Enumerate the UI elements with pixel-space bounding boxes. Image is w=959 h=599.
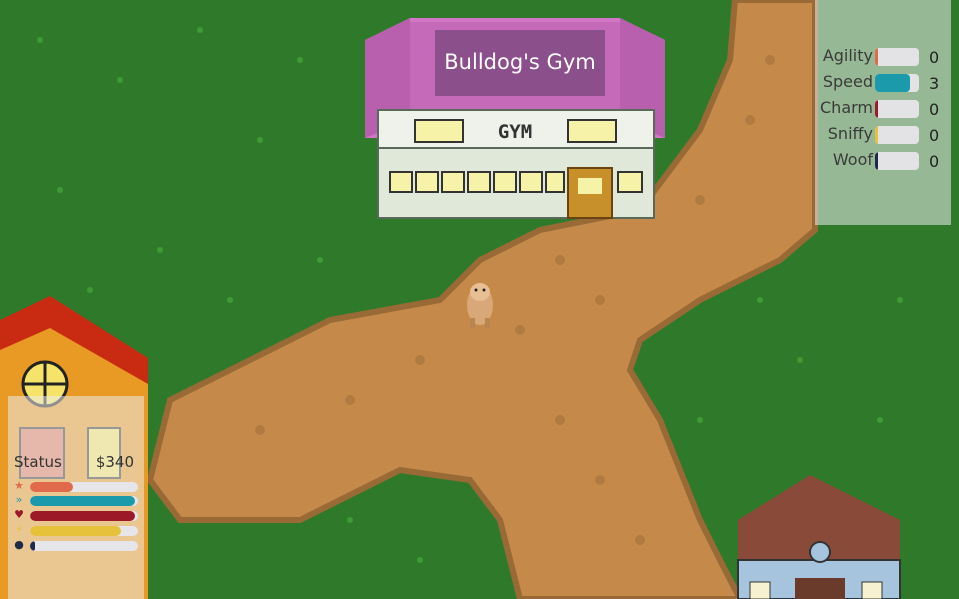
stat-row-speed: Speed 3 <box>815 72 951 94</box>
status-bar <box>30 496 138 506</box>
stat-value: 0 <box>929 152 940 171</box>
stat-label: Woof <box>832 150 873 169</box>
star-icon: ★ <box>14 479 24 492</box>
status-bar-fill <box>30 496 135 506</box>
heart-icon: ♥ <box>14 508 24 521</box>
stat-value: 3 <box>929 74 940 93</box>
stat-row-woof: Woof 0 <box>815 150 951 172</box>
status-bar-fill <box>30 526 121 536</box>
speech-icon: ● <box>14 538 24 551</box>
stats-panel: Agility 0 Speed 3 Charm 0 Sniffy 0 Woof 0 <box>815 0 951 225</box>
stat-bar-fill <box>875 74 911 92</box>
stat-bar <box>875 100 919 118</box>
money-display: $340 <box>95 453 134 471</box>
gym-sign: Bulldog's Gym <box>444 50 596 74</box>
stat-row-charm: Charm 0 <box>815 98 951 120</box>
stat-label: Speed <box>822 72 873 91</box>
status-bar <box>30 526 138 536</box>
stat-label: Charm <box>820 98 873 117</box>
status-bar <box>30 511 138 521</box>
stat-bar-fill <box>875 126 878 144</box>
status-panel: Status $340 ★» ♥ ⚡ ● <box>8 396 144 599</box>
player-dog <box>467 283 493 328</box>
status-bar-row: ♥ <box>12 508 140 522</box>
status-bar-row: ⚡ <box>12 523 140 537</box>
stat-bar-fill <box>875 152 878 170</box>
stat-row-agility: Agility 0 <box>815 46 951 68</box>
speed-icon: » <box>15 493 23 506</box>
status-bar <box>30 541 138 551</box>
stat-label: Agility <box>822 46 873 65</box>
gym-building-label: GYM <box>497 121 533 143</box>
status-bar <box>30 482 138 492</box>
gym-door[interactable] <box>568 168 612 218</box>
lightning-icon: ⚡ <box>15 523 23 536</box>
stat-value: 0 <box>929 48 940 67</box>
status-bar-fill <box>30 482 74 492</box>
status-bar-fill <box>30 541 36 551</box>
stat-label: Sniffy <box>827 124 873 143</box>
stat-bar <box>875 152 919 170</box>
stat-bar <box>875 48 919 66</box>
stat-row-sniffy: Sniffy 0 <box>815 124 951 146</box>
stat-bar-fill <box>875 100 878 118</box>
status-bar-fill <box>30 511 135 521</box>
stat-bar <box>875 126 919 144</box>
stat-bar-fill <box>875 48 878 66</box>
status-bar-row: ● <box>12 538 140 552</box>
status-title: Status <box>14 453 62 471</box>
stat-bar <box>875 74 919 92</box>
status-bar-row: » <box>12 493 140 507</box>
stat-value: 0 <box>929 126 940 145</box>
status-bar-row: ★ <box>12 479 140 493</box>
stat-value: 0 <box>929 100 940 119</box>
